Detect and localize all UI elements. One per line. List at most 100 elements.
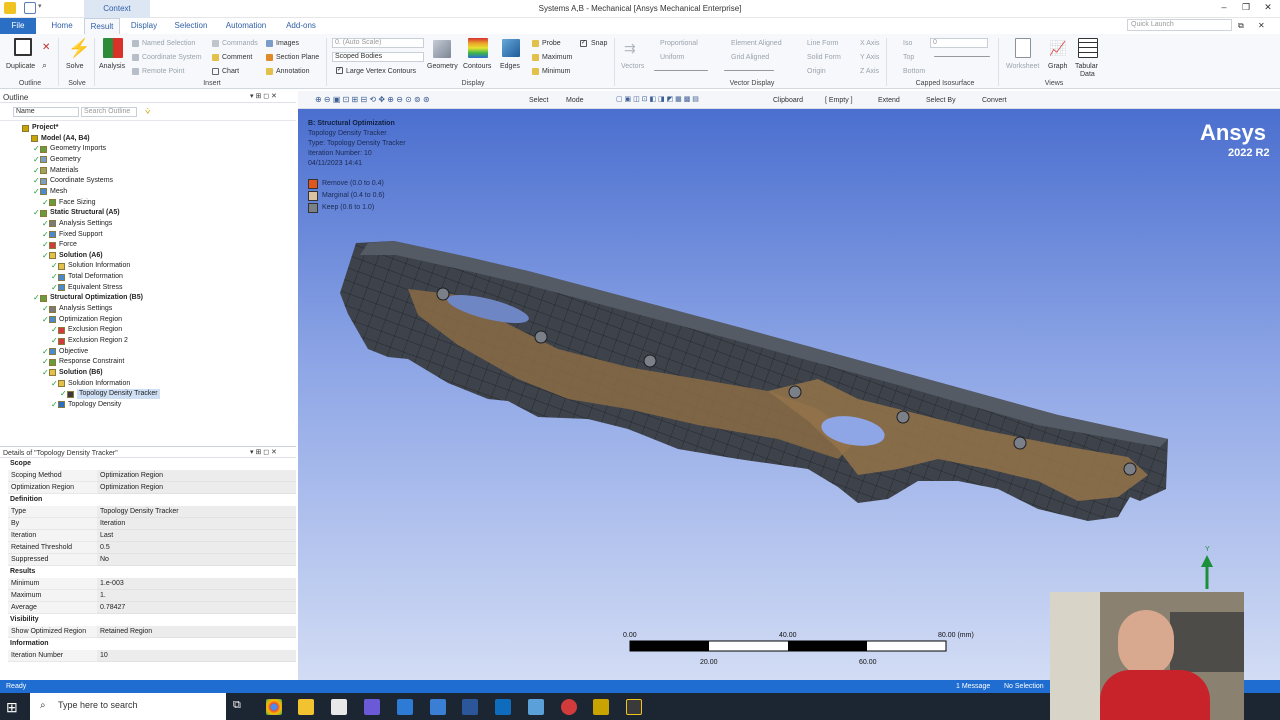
close-button[interactable]: ✕ [1258,2,1278,13]
messages-indicator[interactable]: 1 Message [956,682,990,691]
iso-value-input[interactable]: 0 [930,38,988,48]
minimum-button[interactable]: Minimum [542,67,570,76]
clipboard-button[interactable]: Clipboard [773,96,803,105]
x-axis-button[interactable]: X Axis [860,39,879,48]
snap-checkbox[interactable]: ✓ [580,40,587,47]
tree-node[interactable]: Total Deformation [68,272,123,282]
tab-selection[interactable]: Selection [170,18,212,34]
details-value[interactable]: Topology Density Tracker [97,506,296,518]
annotation-button[interactable]: Annotation [276,67,309,76]
start-icon[interactable]: ⊞ [6,699,22,715]
comment-button[interactable]: Comment [222,53,252,62]
select-button[interactable]: Select [529,96,548,105]
outlook-icon[interactable] [495,699,511,715]
tab-home[interactable]: Home [44,18,80,34]
worksheet-button[interactable]: Worksheet [1006,62,1039,71]
graph-button[interactable]: Graph [1048,62,1067,71]
details-value[interactable]: Last [97,530,296,542]
delete-icon[interactable]: ✕ [42,42,50,53]
taskbar-search-box[interactable]: ⌕ Type here to search [30,693,226,720]
tree-node[interactable]: Face Sizing [59,198,96,208]
tree-node[interactable]: Materials [50,166,78,176]
solve-button[interactable]: Solve [66,62,84,71]
filter-icon[interactable]: ⩒ [145,107,150,116]
tree-node[interactable]: Solution (A6) [59,251,103,261]
mode-button[interactable]: Mode [566,96,584,105]
search-icon[interactable]: ⌕ [42,60,47,71]
tree-node[interactable]: Topology Density Tracker [77,389,160,400]
calculator-icon[interactable] [528,699,544,715]
section-plane-button[interactable]: Section Plane [276,53,319,62]
proportional-button[interactable]: Proportional [660,39,698,48]
bodies-combo[interactable]: Scoped Bodies [332,52,424,62]
extend-button[interactable]: Extend [878,96,900,105]
select-by-button[interactable]: Select By [926,96,956,105]
grid-aligned-button[interactable]: Grid Aligned [731,53,769,62]
details-value[interactable]: 0.5 [97,542,296,554]
chrome-icon[interactable] [266,699,282,715]
tree-node[interactable]: Static Structural (A5) [50,208,120,218]
element-aligned-button[interactable]: Element Aligned [731,39,782,48]
tree-node[interactable]: Geometry Imports [50,144,106,154]
tree-node[interactable]: Objective [59,347,88,357]
tab-display[interactable]: Display [124,18,164,34]
selection-filter-icons[interactable]: ▢ ▣ ◫ ⊡ ◧ ◨ ◩ ▦ ▩ ▤ [616,95,699,104]
tree-node[interactable]: Analysis Settings [59,304,112,314]
z-axis-button[interactable]: Z Axis [860,67,879,76]
y-axis-button[interactable]: Y Axis [860,53,879,62]
tree-node[interactable]: Fixed Support [59,230,103,240]
tab-file[interactable]: File [0,18,36,34]
tree-node[interactable]: Response Constraint [59,357,124,367]
details-value[interactable]: 1.e-003 [97,578,296,590]
origin-button[interactable]: Origin [807,67,826,76]
details-value[interactable]: Iteration [97,518,296,530]
grid-slider[interactable] [724,70,774,71]
details-value[interactable]: 10 [97,650,296,662]
details-value[interactable]: Retained Region [97,626,296,638]
search-outline-input[interactable]: Search Outline [81,107,137,117]
tree-node[interactable]: Project* [32,123,58,133]
scale-combo[interactable]: 0. (Auto Scale) [332,38,424,48]
analysis-button[interactable]: Analysis [99,62,125,71]
tree-node[interactable]: Structural Optimization (B5) [50,293,143,303]
images-button[interactable]: Images [276,39,299,48]
details-value[interactable]: No [97,554,296,566]
zoom-icons[interactable]: ⊕ ⊖ ▣ ⊡ ⊞ ⊟ ⟲ ✥ ⊕ ⊖ ⊙ ⊚ ⊛ [315,95,430,104]
task-view-icon[interactable]: ⧉ [233,699,249,715]
solid-form-button[interactable]: Solid Form [807,53,841,62]
tree-node[interactable]: Solution Information [68,261,130,271]
store-icon[interactable] [331,699,347,715]
app-icon[interactable] [397,699,413,715]
details-pin-icon[interactable]: ▾ ⊞ ◻ ✕ [250,448,277,457]
tree-node[interactable]: Topology Density [68,400,121,410]
details-value[interactable]: 0.78427 [97,602,296,614]
details-value[interactable]: 1. [97,590,296,602]
details-value[interactable]: Optimization Region [97,470,296,482]
quick-launch-input[interactable]: Quick Launch [1127,19,1232,31]
large-vertex-checkbox[interactable]: ✓ [336,67,343,74]
tree-node[interactable]: Exclusion Region 2 [68,336,128,346]
commands-button[interactable]: Commands [222,39,258,48]
probe-button[interactable]: Probe [542,39,561,48]
tab-add-ons[interactable]: Add-ons [280,18,322,34]
tree-node[interactable]: Solution (B6) [59,368,103,378]
app-icon[interactable] [561,699,577,715]
tree-node[interactable]: Geometry [50,155,81,165]
top-button[interactable]: Top [903,53,914,62]
uniform-button[interactable]: Uniform [660,53,685,62]
maximum-button[interactable]: Maximum [542,53,572,62]
float-icon[interactable]: ⧉ [1238,21,1244,31]
chart-button[interactable]: Chart [222,67,239,76]
tab-result[interactable]: Result [84,18,120,34]
iso-slider[interactable] [934,56,990,57]
empty-button[interactable]: [ Empty ] [825,96,853,105]
tree-node[interactable]: Mesh [50,187,67,197]
bottom-button[interactable]: Bottom [903,67,925,76]
geometry-button[interactable]: Geometry [427,62,458,71]
taskbar-search-input[interactable]: Type here to search [58,701,138,710]
contours-button[interactable]: Contours [463,62,491,71]
tab-automation[interactable]: Automation [220,18,272,34]
vector-slider[interactable] [654,70,708,71]
mechanical-icon[interactable] [626,699,642,715]
tree-node[interactable]: Analysis Settings [59,219,112,229]
